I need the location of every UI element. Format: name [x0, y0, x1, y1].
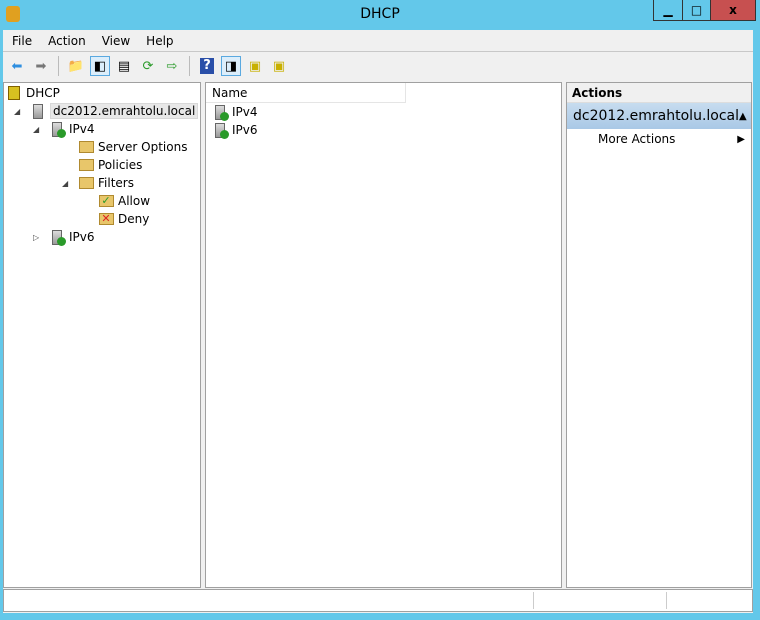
tree-item-dc2012-emrahtolu-local[interactable]: ◢ dc2012.emrahtolu.local [14, 102, 199, 120]
results-pane: Name IPv4 IPv6 [205, 82, 562, 588]
toolbar-separator [58, 56, 59, 76]
show-hide-console-tree-button[interactable]: ◧ [90, 56, 110, 76]
server-display-button[interactable]: ▣ [245, 56, 265, 76]
folder-icon [78, 139, 94, 155]
actions-section-server[interactable]: dc2012.emrahtolu.local ▲ [567, 103, 751, 129]
tree-item-label: IPv4 [69, 122, 95, 136]
status-divider [666, 592, 667, 609]
actions-section-label: dc2012.emrahtolu.local [573, 108, 740, 124]
help-icon: ? [200, 58, 214, 74]
collapse-icon[interactable]: ◢ [62, 179, 72, 188]
refresh-icon: ⟳ [142, 58, 154, 74]
menu-action[interactable]: Action [48, 34, 86, 48]
collapse-icon[interactable]: ◢ [14, 107, 24, 116]
menu-view[interactable]: View [102, 34, 130, 48]
server-ok-icon [49, 229, 66, 246]
tree-item-ipv4[interactable]: ◢ IPv4 [33, 120, 95, 138]
properties-button[interactable]: ▤ [114, 56, 134, 76]
server-display-icon: ▣ [248, 58, 262, 74]
list-item[interactable]: IPv4 [212, 103, 258, 121]
export-list-button[interactable]: ⇨ [162, 56, 182, 76]
filter-folder-icon [78, 175, 94, 191]
toolbar: ⬅ ➡ 📁 ◧ ▤ ⟳ ⇨? ◨ ▣ ▣ [3, 52, 753, 80]
tree-item-label: Server Options [98, 140, 188, 154]
menu-help[interactable]: Help [146, 34, 173, 48]
tree-item-ipv6[interactable]: ▷ IPv6 [33, 228, 95, 246]
tree-item-label: dc2012.emrahtolu.local [50, 103, 199, 119]
column-label: Name [212, 85, 248, 100]
server-multi-button[interactable]: ▣ [269, 56, 289, 76]
status-divider [533, 592, 534, 609]
deny-icon: ✕ [98, 211, 114, 227]
actions-pane: Actions dc2012.emrahtolu.local ▲ More Act… [566, 82, 752, 588]
help-button[interactable]: ? [197, 56, 217, 76]
server-ok-icon [49, 121, 66, 138]
window-title: DHCP [360, 6, 400, 22]
properties-icon: ▤ [117, 58, 131, 74]
allow-icon: ✓ [98, 193, 114, 209]
tree-item-label: DHCP [26, 86, 60, 100]
list-item-label: IPv6 [232, 123, 258, 137]
submenu-arrow-icon: ▶ [737, 133, 745, 145]
menu-bar: File Action View Help [3, 30, 753, 52]
list-item[interactable]: IPv6 [212, 121, 258, 139]
tree-item-label: Allow [118, 194, 151, 208]
action-more-actions[interactable]: More Actions ▶ [567, 129, 751, 149]
actions-header: Actions [567, 83, 751, 103]
export-list-icon: ⇨ [166, 58, 178, 74]
tree-item-filters[interactable]: ◢ Filters [62, 174, 134, 192]
column-header-name[interactable]: Name [206, 83, 406, 103]
console-tree[interactable]: DHCP ◢ dc2012.emrahtolu.local ◢ IPv4 Server O… [3, 82, 201, 588]
tree-item-policies[interactable]: Policies [62, 156, 142, 174]
tree-item-label: Deny [118, 212, 150, 226]
client-area: File Action View Help ⬅ ➡ 📁 ◧ ▤ ⟳ ⇨? ◨ ▣ ▣ DHCP ◢ dc20… [3, 30, 753, 613]
back-arrow-button[interactable]: ⬅ [7, 56, 27, 76]
tree-item-dhcp[interactable]: DHCP [6, 84, 60, 102]
menu-file[interactable]: File [12, 34, 32, 48]
server-icon [30, 103, 46, 119]
server-multi-icon: ▣ [272, 58, 286, 74]
back-arrow-icon: ⬅ [11, 58, 23, 74]
tree-item-allow[interactable]: ✓ Allow [82, 192, 150, 210]
collapse-up-icon[interactable]: ▲ [739, 111, 747, 122]
dhcp-app-icon [6, 6, 20, 22]
show-hide-action-pane-icon: ◨ [224, 58, 238, 74]
show-hide-action-pane-button[interactable]: ◨ [221, 56, 241, 76]
tree-item-label: Filters [98, 176, 134, 190]
maximize-button[interactable]: □ [682, 0, 710, 20]
tree-item-label: IPv6 [69, 230, 95, 244]
close-button[interactable]: x [710, 0, 755, 20]
minimize-button[interactable]: ▁ [654, 0, 682, 20]
expand-icon[interactable]: ▷ [33, 233, 43, 242]
toolbar-separator [189, 56, 190, 76]
show-hide-console-tree-icon: ◧ [93, 58, 107, 74]
tree-item-server-options[interactable]: Server Options [62, 138, 187, 156]
server-ok-icon [212, 122, 229, 139]
forward-arrow-button[interactable]: ➡ [31, 56, 51, 76]
collapse-icon[interactable]: ◢ [33, 125, 43, 134]
up-folder-button[interactable]: 📁 [66, 56, 86, 76]
tree-item-label: Policies [98, 158, 143, 172]
status-bar [3, 589, 753, 612]
server-ok-icon [212, 104, 229, 121]
tree-item-deny[interactable]: ✕ Deny [82, 210, 149, 228]
forward-arrow-icon: ➡ [35, 58, 47, 74]
list-item-label: IPv4 [232, 105, 258, 119]
up-folder-icon: 📁 [67, 58, 85, 74]
action-label: More Actions [598, 132, 676, 146]
folder-icon [78, 157, 94, 173]
refresh-button[interactable]: ⟳ [138, 56, 158, 76]
dhcp-icon [6, 85, 22, 101]
title-bar: DHCP ▁ □ x [0, 0, 760, 30]
